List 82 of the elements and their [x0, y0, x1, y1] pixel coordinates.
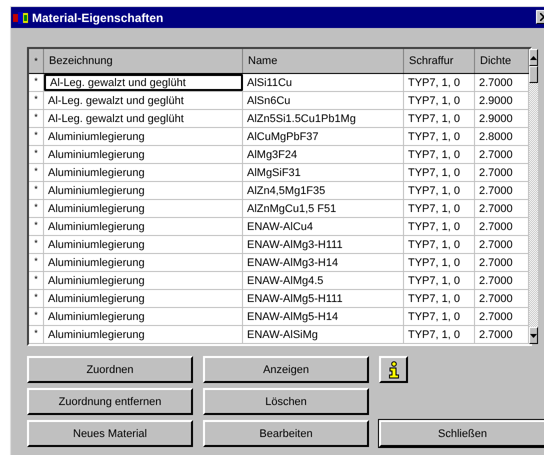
table-cell[interactable]: TYP7, 1, 0: [404, 200, 475, 217]
marker-cell[interactable]: *: [29, 290, 44, 307]
scroll-thumb[interactable]: [529, 66, 538, 83]
dialog-button[interactable]: Zuordnung entfernen: [27, 388, 193, 415]
table-cell[interactable]: AlZn5Si1.5Cu1Pb1Mg: [243, 110, 404, 127]
marker-cell[interactable]: *: [29, 236, 44, 253]
table-cell[interactable]: Al-Leg. gewalzt und geglüht: [44, 74, 243, 91]
table-cell[interactable]: Aluminiumlegierung: [44, 182, 243, 199]
column-header[interactable]: *: [29, 49, 44, 73]
table-cell[interactable]: TYP7, 1, 0: [404, 254, 475, 271]
table-cell[interactable]: Aluminiumlegierung: [44, 272, 243, 289]
table-cell[interactable]: TYP7, 1, 0: [404, 110, 475, 127]
marker-cell[interactable]: *: [29, 182, 44, 199]
table-cell[interactable]: ENAW-AlMg5-H14: [243, 308, 404, 325]
marker-cell[interactable]: *: [29, 254, 44, 271]
table-cell[interactable]: AlCuMgPbF37: [243, 128, 404, 145]
marker-cell[interactable]: *: [29, 128, 44, 145]
marker-cell[interactable]: *: [29, 218, 44, 235]
table-cell[interactable]: Aluminiumlegierung: [44, 326, 243, 343]
marker-cell[interactable]: *: [29, 92, 44, 109]
vertical-scrollbar[interactable]: [529, 49, 538, 344]
dialog-button[interactable]: Neues Material: [27, 420, 193, 447]
window-title: Material-Eigenschaften: [32, 10, 164, 24]
table-cell[interactable]: TYP7, 1, 0: [404, 164, 475, 181]
column-header[interactable]: Bezeichnung: [44, 49, 243, 73]
marker-cell[interactable]: *: [29, 74, 44, 91]
table-cell[interactable]: AlSi11Cu: [243, 74, 404, 91]
table-cell[interactable]: ENAW-AlMg4.5: [243, 272, 404, 289]
table-cell[interactable]: TYP7, 1, 0: [404, 182, 475, 199]
table-cell[interactable]: ENAW-AlMg3-H111: [243, 236, 404, 253]
table-cell[interactable]: Aluminiumlegierung: [44, 290, 243, 307]
table-cell[interactable]: TYP7, 1, 0: [404, 236, 475, 253]
dialog-button[interactable]: Bearbeiten: [203, 420, 369, 447]
table-cell[interactable]: Aluminiumlegierung: [44, 128, 243, 145]
column-header[interactable]: Schraffur: [404, 49, 475, 73]
table-cell[interactable]: AlSn6Cu: [243, 92, 404, 109]
marker-cell[interactable]: *: [29, 110, 44, 127]
down-arrow-icon: [530, 334, 537, 338]
app-icon: [13, 10, 29, 24]
table-cell[interactable]: TYP7, 1, 0: [404, 308, 475, 325]
info-icon: [386, 360, 400, 378]
table-cell[interactable]: Aluminiumlegierung: [44, 200, 243, 217]
table-cell[interactable]: TYP7, 1, 0: [404, 218, 475, 235]
table-cell[interactable]: TYP7, 1, 0: [404, 326, 475, 343]
table-cell[interactable]: Aluminiumlegierung: [44, 164, 243, 181]
marker-cell[interactable]: *: [29, 308, 44, 325]
scroll-down-button[interactable]: [529, 327, 538, 344]
marker-cell[interactable]: *: [29, 272, 44, 289]
info-button[interactable]: [379, 356, 408, 383]
table-cell[interactable]: Aluminiumlegierung: [44, 236, 243, 253]
table-cell[interactable]: TYP7, 1, 0: [404, 128, 475, 145]
table-cell[interactable]: AlZnMgCu1,5 F51: [243, 200, 404, 217]
dialog-button[interactable]: Anzeigen: [203, 356, 369, 383]
table-cell[interactable]: AlZn4,5Mg1F35: [243, 182, 404, 199]
table-cell[interactable]: AlMgSiF31: [243, 164, 404, 181]
table-cell[interactable]: Aluminiumlegierung: [44, 254, 243, 271]
table-cell[interactable]: ENAW-AlSiMg: [243, 326, 404, 343]
table-cell[interactable]: ENAW-AlMg5-H111: [243, 290, 404, 307]
up-arrow-icon: [530, 56, 537, 60]
table-cell[interactable]: Aluminiumlegierung: [44, 146, 243, 163]
table-cell[interactable]: TYP7, 1, 0: [404, 74, 475, 91]
table-cell[interactable]: TYP7, 1, 0: [404, 92, 475, 109]
scroll-up-button[interactable]: [529, 49, 538, 66]
dialog-button[interactable]: Zuordnen: [27, 356, 193, 383]
column-header[interactable]: Name: [243, 49, 404, 73]
table-cell[interactable]: Al-Leg. gewalzt und geglüht: [44, 110, 243, 127]
table-cell[interactable]: TYP7, 1, 0: [404, 146, 475, 163]
table-cell[interactable]: TYP7, 1, 0: [404, 290, 475, 307]
table-cell[interactable]: Aluminiumlegierung: [44, 218, 243, 235]
marker-cell[interactable]: *: [29, 146, 44, 163]
column-header[interactable]: Dichte: [475, 49, 529, 73]
table-cell[interactable]: ENAW-AlMg3-H14: [243, 254, 404, 271]
table-cell[interactable]: Aluminiumlegierung: [44, 308, 243, 325]
table-cell[interactable]: TYP7, 1, 0: [404, 272, 475, 289]
marker-cell[interactable]: *: [29, 164, 44, 181]
dialog-button[interactable]: Schließen: [379, 420, 544, 447]
table-cell[interactable]: AlMg3F24: [243, 146, 404, 163]
marker-cell[interactable]: *: [29, 200, 44, 217]
dialog-button[interactable]: Löschen: [203, 388, 369, 415]
marker-cell[interactable]: *: [29, 326, 44, 343]
table-cell[interactable]: Al-Leg. gewalzt und geglüht: [44, 92, 243, 109]
table-cell[interactable]: ENAW-AlCu4: [243, 218, 404, 235]
